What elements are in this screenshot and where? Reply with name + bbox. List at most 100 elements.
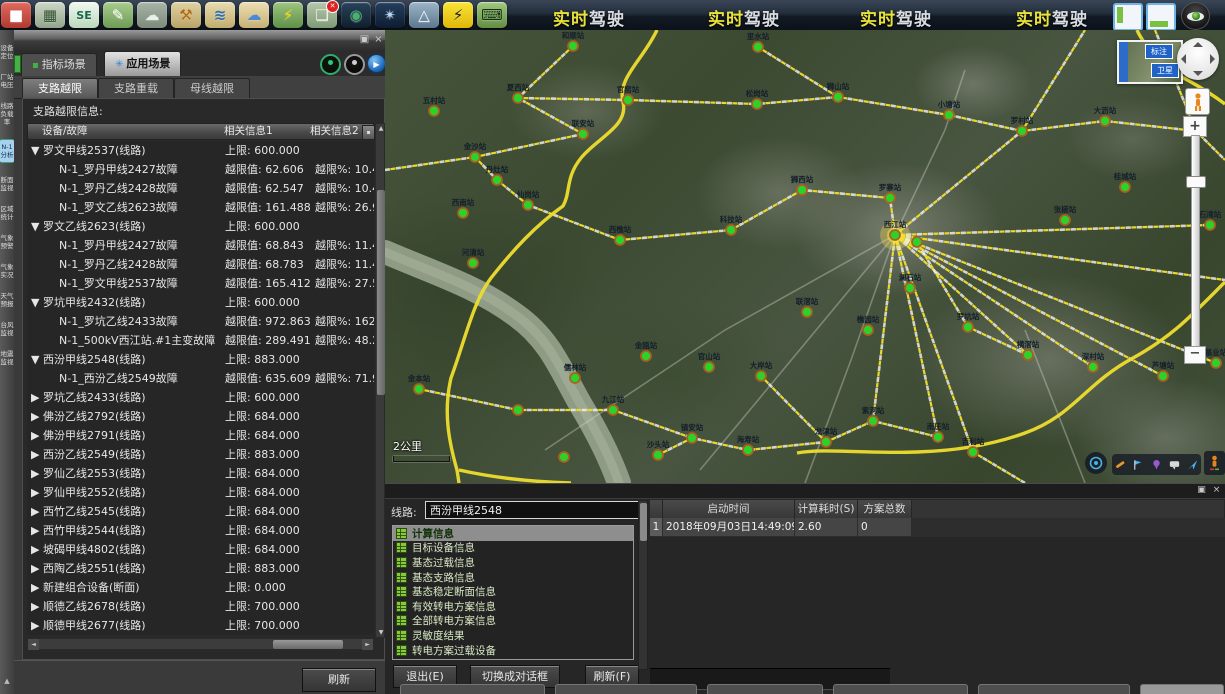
sidebar-item-4[interactable]: 断面监视 xyxy=(0,176,14,192)
table-row[interactable]: ▶佛汾甲线2791(线路)上限: 684.000 xyxy=(27,426,374,445)
collapsed-icon[interactable]: ▶ xyxy=(31,445,39,464)
station-marker[interactable] xyxy=(414,384,424,394)
info-list-item[interactable]: 转电方案过载设备 xyxy=(393,643,633,658)
station-marker[interactable] xyxy=(905,283,915,293)
bottom-tab-1[interactable] xyxy=(400,684,545,694)
collapsed-icon[interactable]: ▶ xyxy=(31,616,39,635)
pan-up-icon[interactable] xyxy=(1193,42,1203,47)
station-marker[interactable] xyxy=(1158,371,1168,381)
table-row[interactable]: ▼罗文甲线2537(线路)上限: 600.000 xyxy=(27,141,374,160)
station-marker[interactable] xyxy=(470,152,480,162)
layer-label-button[interactable]: 标注 xyxy=(1145,44,1173,59)
zoom-out-button[interactable]: − xyxy=(1184,346,1206,364)
table-row[interactable]: ▶西竹乙线2545(线路)上限: 684.000 xyxy=(27,502,374,521)
expanded-icon[interactable]: ▼ xyxy=(31,350,39,369)
info-list-item[interactable]: 基态支路信息 xyxy=(393,570,633,585)
sidebar-item-2[interactable]: 线路负载率 xyxy=(0,102,14,126)
station-marker[interactable] xyxy=(821,437,831,447)
table-row[interactable]: ▶新建组合设备(断面)上限: 0.000 xyxy=(27,578,374,597)
station-marker[interactable] xyxy=(687,433,697,443)
station-marker[interactable] xyxy=(1017,126,1027,136)
pan-right-icon[interactable] xyxy=(1210,54,1215,64)
station-marker[interactable] xyxy=(1088,362,1098,372)
expanded-icon[interactable]: ▼ xyxy=(31,217,39,236)
station-marker[interactable] xyxy=(743,445,753,455)
sidebar-item-7[interactable]: 气象实况 xyxy=(0,263,14,279)
station-marker[interactable] xyxy=(885,193,895,203)
edit-tag-icon[interactable]: ✎ xyxy=(103,2,133,28)
station-marker[interactable] xyxy=(1205,220,1215,230)
scroll-right-icon[interactable]: ► xyxy=(362,639,373,650)
station-marker[interactable] xyxy=(863,325,873,335)
info-list-item[interactable]: 目标设备信息 xyxy=(393,541,633,556)
table-row[interactable]: ▶罗仙甲线2552(线路)上限: 684.000 xyxy=(27,483,374,502)
station-marker[interactable] xyxy=(458,208,468,218)
navigate-icon[interactable] xyxy=(1186,458,1199,472)
map-view[interactable]: 和顺站里水站五村站夏西站官窑站松岗站狮山站小塘站罗村站大沥站黄岐站金沙站联安站丹… xyxy=(385,30,1225,483)
table-row[interactable]: ▶罗坑乙线2433(线路)上限: 600.000 xyxy=(27,388,374,407)
bottom-tab-3[interactable] xyxy=(707,684,823,694)
map-person-legend-icon[interactable] xyxy=(1204,451,1225,475)
flag-icon[interactable] xyxy=(1132,458,1145,472)
sidebar-item-1[interactable]: 厂站电压 xyxy=(0,73,14,89)
eye-icon[interactable] xyxy=(1181,2,1210,30)
cell-plan-total[interactable]: 0 xyxy=(858,518,912,537)
waves-icon[interactable]: ≋ xyxy=(205,2,235,28)
table-row[interactable]: N-1_罗丹甲线2427故障越限值: 62.606越限%: 10.4 xyxy=(27,160,374,179)
scrollbar-thumb[interactable] xyxy=(640,503,647,541)
close-dock-icon[interactable]: × xyxy=(1210,484,1223,497)
zoom-in-button[interactable]: + xyxy=(1183,116,1207,137)
stop-icon[interactable]: ■ xyxy=(1,2,31,28)
station-marker[interactable] xyxy=(568,41,578,51)
menu-realtime-driving-4[interactable]: 实时驾驶 xyxy=(1016,5,1088,27)
operator-icon[interactable]: ⌨ xyxy=(477,2,507,28)
lightning-green-icon[interactable]: ⚡ xyxy=(273,2,303,28)
station-marker[interactable] xyxy=(559,452,569,462)
record-green-button[interactable] xyxy=(320,54,341,75)
station-marker[interactable] xyxy=(797,185,807,195)
pan-left-icon[interactable] xyxy=(1181,54,1186,64)
refresh-button[interactable]: 刷新 xyxy=(302,668,376,692)
station-marker[interactable] xyxy=(912,237,922,247)
station-marker[interactable] xyxy=(890,230,900,240)
station-marker[interactable] xyxy=(868,416,878,426)
station-marker[interactable] xyxy=(429,106,439,116)
map-pan-control[interactable] xyxy=(1177,38,1219,80)
table-row[interactable]: ▶顺德甲线2677(线路)上限: 700.000 xyxy=(27,616,374,635)
table-row[interactable]: N-1_罗文乙线2623故障越限值: 161.488越限%: 26.9 xyxy=(27,198,374,217)
scrollbar-thumb[interactable] xyxy=(377,190,385,395)
station-marker[interactable] xyxy=(752,99,762,109)
measure-icon[interactable] xyxy=(1114,458,1127,472)
float-dock-icon[interactable]: ▣ xyxy=(1195,484,1208,497)
sidebar-item-9[interactable]: 台风监视 xyxy=(0,321,14,337)
bottom-tab-5[interactable] xyxy=(978,684,1130,694)
collapsed-icon[interactable]: ▶ xyxy=(31,426,39,445)
label-icon[interactable] xyxy=(1168,458,1181,472)
station-marker[interactable] xyxy=(968,447,978,457)
layout-left-panel-icon[interactable] xyxy=(1113,3,1143,31)
sidebar-item-0[interactable]: 设备定位 xyxy=(0,44,14,60)
scrollbar-thumb[interactable] xyxy=(273,640,343,649)
table-row[interactable]: N-1_500kV西江站.#1主变故障越限值: 289.491越限%: 48.2 xyxy=(27,331,374,350)
table-row[interactable]: ▶罗仙乙线2553(线路)上限: 684.000 xyxy=(27,464,374,483)
station-marker[interactable] xyxy=(1023,350,1033,360)
subtab-branch-overload[interactable]: 支路重载 xyxy=(98,78,174,99)
info-list-item[interactable]: 基态过载信息 xyxy=(393,555,633,570)
station-marker[interactable] xyxy=(523,200,533,210)
info-list-item[interactable]: 基态稳定断面信息 xyxy=(393,584,633,599)
table-row[interactable]: N-1_罗丹乙线2428故障越限值: 68.783越限%: 11.4 xyxy=(27,255,374,274)
station-marker[interactable] xyxy=(578,129,588,139)
pin-icon[interactable] xyxy=(1150,458,1163,472)
line-name-input[interactable] xyxy=(425,501,643,519)
expanded-icon[interactable]: ▼ xyxy=(31,141,39,160)
mountains-icon[interactable]: △ xyxy=(409,2,439,28)
collapsed-icon[interactable]: ▶ xyxy=(31,559,39,578)
info-list-item[interactable]: 有效转电方案信息 xyxy=(393,599,633,614)
table-row[interactable]: ▶顺德乙线2678(线路)上限: 700.000 xyxy=(27,597,374,616)
scada-icon[interactable]: ▦ xyxy=(35,2,65,28)
info-list-item[interactable]: 全部转电方案信息 xyxy=(393,614,633,629)
collapsed-icon[interactable]: ▶ xyxy=(31,407,39,426)
table-row[interactable]: N-1_西汾乙线2549故障越限值: 635.609越限%: 71.9 xyxy=(27,369,374,388)
sidebar-item-5[interactable]: 区域统计 xyxy=(0,205,14,221)
horizontal-scrollbar[interactable]: ◄ ► xyxy=(27,638,374,650)
